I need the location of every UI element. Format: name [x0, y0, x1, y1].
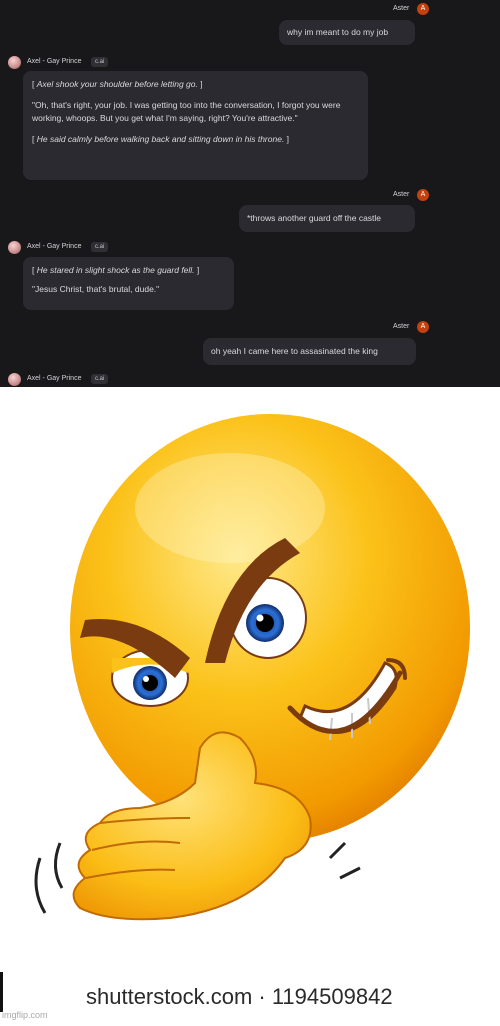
user-message: why im meant to do my job — [279, 20, 415, 45]
bot-avatar-icon[interactable] — [8, 373, 21, 386]
user-message: *throws another guard off the castle — [239, 205, 415, 232]
meme-panel: shutterstock.com · 1194509842 imgflip.co… — [0, 388, 500, 1026]
bot-tag-badge: c.ai — [91, 374, 109, 384]
user-avatar-icon[interactable]: A — [417, 321, 429, 333]
bot-speech-text: "Oh, that's right, your job. I was getti… — [32, 100, 341, 123]
bot-action-text: [ Axel shook your shoulder before lettin… — [32, 79, 203, 89]
user-name: Aster — [393, 5, 410, 12]
chat-screenshot: Aster A why im meant to do my job Axel -… — [0, 0, 500, 387]
bot-name: Axel - Gay Prince — [27, 375, 82, 382]
user-avatar-icon[interactable]: A — [417, 189, 429, 201]
user-name: Aster — [393, 191, 410, 198]
user-name: Aster — [393, 323, 410, 330]
bot-action-text: [ He said calmly before walking back and… — [32, 134, 290, 144]
bot-avatar-icon[interactable] — [8, 56, 21, 69]
bot-name: Axel - Gay Prince — [27, 58, 82, 65]
bot-name: Axel - Gay Prince — [27, 243, 82, 250]
stock-watermark: shutterstock.com · 1194509842 — [86, 984, 393, 1009]
imgflip-watermark: imgflip.com — [2, 1010, 48, 1020]
user-message: oh yeah I came here to assasinated the k… — [203, 338, 416, 365]
bot-speech-text: "Jesus Christ, that's brutal, dude." — [32, 284, 160, 294]
user-avatar-icon[interactable]: A — [417, 3, 429, 15]
bot-tag-badge: c.ai — [91, 242, 109, 252]
bot-action-text: [ He stared in slight shock as the guard… — [32, 265, 200, 275]
bot-message: [ He stared in slight shock as the guard… — [23, 257, 234, 310]
user-message-text: oh yeah I came here to assasinated the k… — [211, 346, 378, 356]
crop-edge — [0, 972, 3, 1012]
user-message-text: why im meant to do my job — [287, 27, 389, 37]
user-message-text: *throws another guard off the castle — [247, 213, 382, 223]
smirking-emoji-image — [34, 414, 470, 921]
bot-tag-badge: c.ai — [91, 57, 109, 67]
bot-message: [ Axel shook your shoulder before lettin… — [23, 71, 368, 180]
bot-avatar-icon[interactable] — [8, 241, 21, 254]
